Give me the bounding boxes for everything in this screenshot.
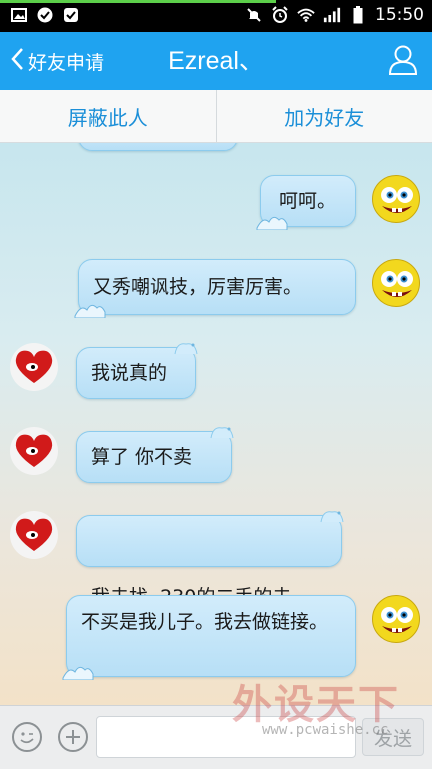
bubble-bump-decoration-icon xyxy=(319,508,345,524)
avatar-friend[interactable] xyxy=(10,343,58,391)
wave-decoration-icon xyxy=(255,212,289,230)
avatar-friend[interactable] xyxy=(10,427,58,475)
message-bubble[interactable]: 我说真的 xyxy=(76,347,196,399)
page-title: Ezreal、 xyxy=(0,32,432,90)
bubble-bump-decoration-icon xyxy=(173,340,199,356)
profile-button[interactable] xyxy=(388,44,418,76)
heart-logo-avatar-icon xyxy=(10,511,58,559)
avatar-self[interactable] xyxy=(372,259,420,307)
heart-logo-avatar-icon xyxy=(10,343,58,391)
message-text: 又秀嘲讽技，厉害厉害。 xyxy=(93,273,341,301)
plus-button[interactable] xyxy=(58,722,88,752)
avatar-self[interactable] xyxy=(372,175,420,223)
heart-logo-avatar-icon xyxy=(10,427,58,475)
message-input[interactable] xyxy=(96,716,356,758)
plus-icon xyxy=(60,724,86,750)
chat-area[interactable]: 呵呵。 又秀嘲讽技，厉害厉害。 我说真的 算了 你不卖 我去找 230的二手的去… xyxy=(0,143,432,705)
input-bar: 发送 xyxy=(0,705,432,769)
wave-decoration-icon xyxy=(73,300,107,318)
battery-icon xyxy=(349,6,367,24)
signal-icon xyxy=(323,6,341,24)
message-bubble[interactable]: 又秀嘲讽技，厉害厉害。 xyxy=(78,259,356,315)
checkbox-icon xyxy=(62,6,80,24)
bubble-bump-decoration-icon xyxy=(209,424,235,440)
wifi-icon xyxy=(297,6,315,24)
message-bubble[interactable]: 呵呵。 xyxy=(260,175,356,227)
alarm-icon xyxy=(271,6,289,24)
send-button[interactable]: 发送 xyxy=(362,718,424,756)
title-bar: 好友申请 Ezreal、 xyxy=(0,32,432,90)
action-bar: 屏蔽此人 加为好友 xyxy=(0,90,432,143)
smiley-icon xyxy=(14,724,40,750)
message-text: 算了 你不卖 xyxy=(91,443,217,471)
block-user-button[interactable]: 屏蔽此人 xyxy=(0,90,216,142)
message-bubble[interactable]: 我去找 230的二手的去 xyxy=(76,515,342,567)
avatar-friend[interactable] xyxy=(10,511,58,559)
person-icon xyxy=(388,44,418,76)
message-text: 不买是我儿子。我去做链接。 xyxy=(81,608,341,636)
status-bar: 15:50 xyxy=(0,0,432,32)
wave-decoration-icon xyxy=(61,662,95,680)
message-text: 呵呵。 xyxy=(279,187,337,215)
spongebob-avatar-icon xyxy=(373,176,420,223)
image-icon xyxy=(10,6,28,24)
spongebob-avatar-icon xyxy=(373,596,420,643)
message-bubble[interactable]: 算了 你不卖 xyxy=(76,431,232,483)
message-text: 我说真的 xyxy=(91,359,181,387)
emoji-button[interactable] xyxy=(12,722,42,752)
message-bubble-partial xyxy=(78,143,238,151)
avatar-self[interactable] xyxy=(372,595,420,643)
status-time: 15:50 xyxy=(375,5,424,25)
check-circle-icon xyxy=(36,6,54,24)
spongebob-avatar-icon xyxy=(373,260,420,307)
message-bubble[interactable]: 不买是我儿子。我去做链接。 xyxy=(66,595,356,677)
add-friend-button[interactable]: 加为好友 xyxy=(216,90,432,142)
mute-icon xyxy=(245,6,263,24)
download-progress-bar xyxy=(0,0,276,3)
